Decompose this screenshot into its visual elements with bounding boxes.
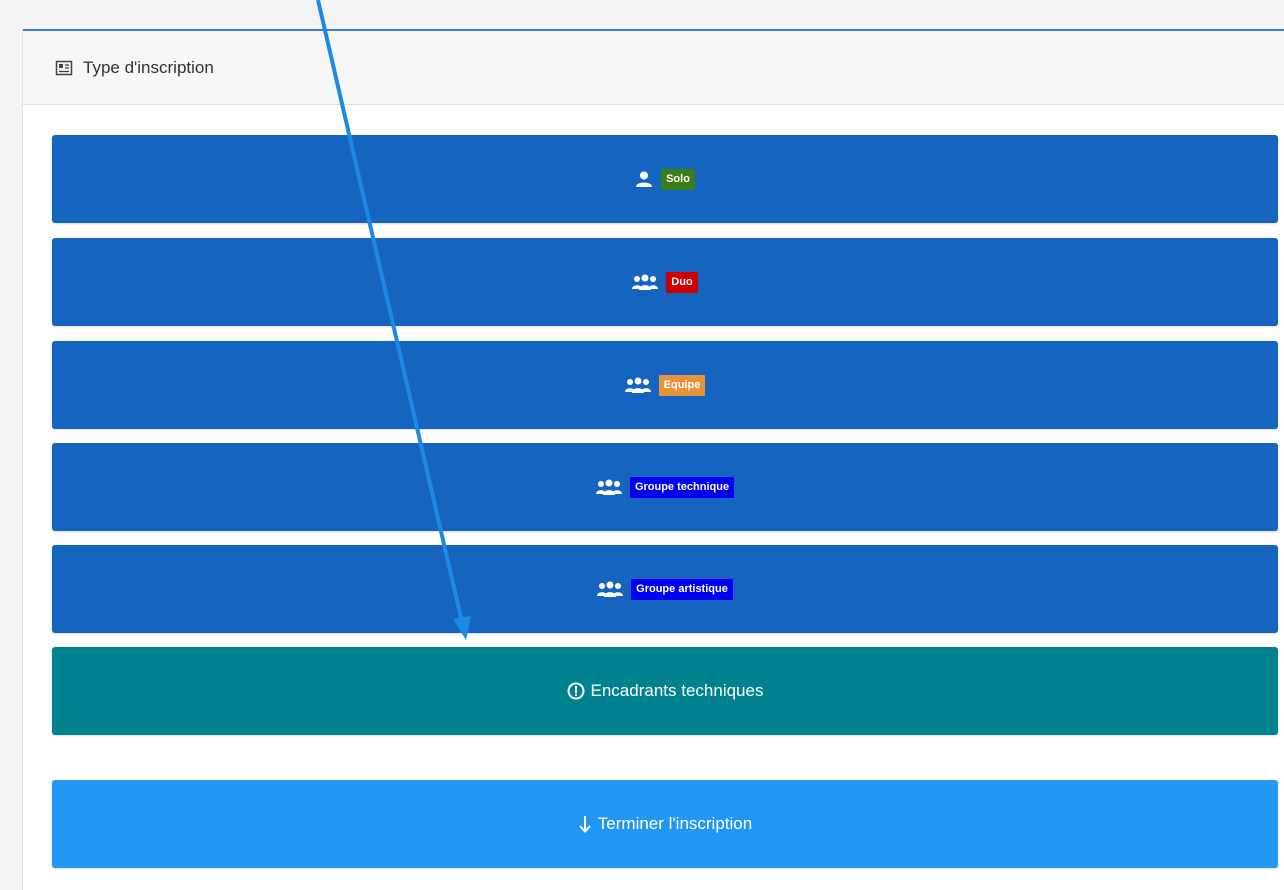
arrow-down-icon: [578, 815, 592, 833]
panel-title: Type d'inscription: [83, 57, 214, 77]
groupe-technique-badge: Groupe technique: [629, 476, 735, 498]
panel-header: Type d'inscription: [23, 29, 1284, 105]
groupe-artistique-button[interactable]: Groupe artistique: [52, 545, 1278, 633]
groupe-artistique-badge: Groupe artistique: [631, 578, 733, 600]
group-icon: [624, 377, 651, 393]
group-icon: [597, 581, 624, 597]
encadrants-label: Encadrants techniques: [590, 681, 764, 700]
terminer-inscription-button[interactable]: Terminer l'inscription: [52, 780, 1278, 868]
solo-button[interactable]: Solo: [52, 135, 1278, 223]
person-icon: [635, 171, 653, 187]
info-circle-icon: [567, 682, 585, 700]
registration-panel: Type d'inscription Solo Duo Equipe Group…: [22, 29, 1284, 890]
equipe-button[interactable]: Equipe: [52, 341, 1278, 429]
duo-button[interactable]: Duo: [52, 238, 1278, 326]
terminer-label: Terminer l'inscription: [597, 814, 753, 833]
solo-badge: Solo: [661, 168, 695, 190]
id-card-icon: [55, 59, 73, 77]
encadrants-techniques-button[interactable]: Encadrants techniques: [52, 647, 1278, 735]
group-icon: [595, 479, 622, 495]
group-icon: [632, 274, 659, 290]
groupe-technique-button[interactable]: Groupe technique: [52, 443, 1278, 531]
equipe-badge: Equipe: [658, 374, 706, 396]
duo-badge: Duo: [666, 271, 698, 293]
